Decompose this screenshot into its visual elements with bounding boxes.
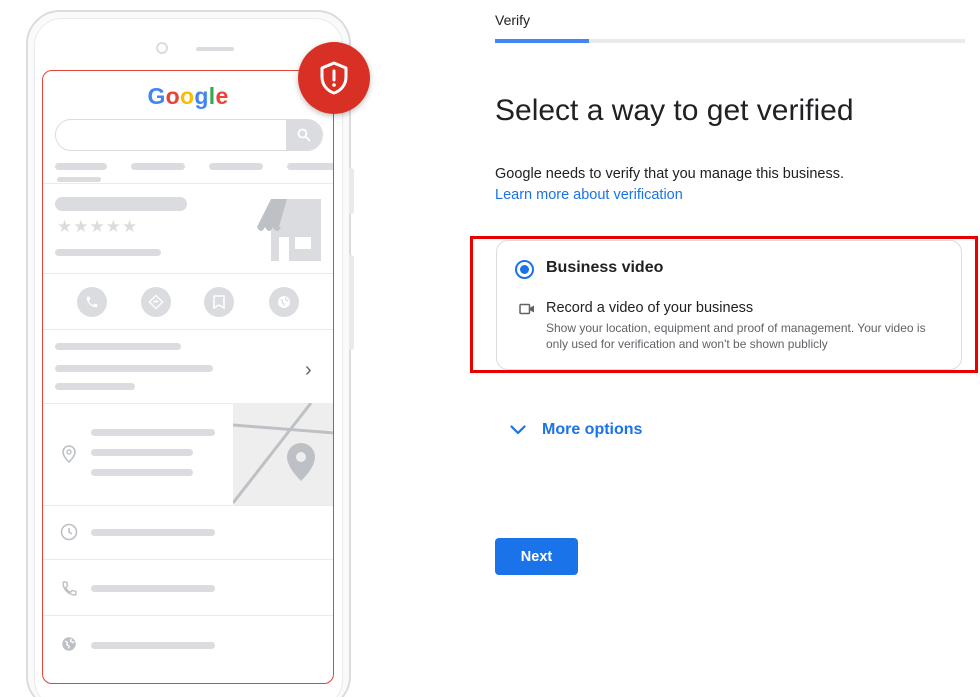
phone-side-button [349, 255, 354, 350]
location-pin-icon [58, 443, 80, 465]
rating-stars: ★★★★★ [57, 217, 139, 236]
bookmark-icon [204, 287, 234, 317]
learn-more-link[interactable]: Learn more about verification [495, 187, 683, 203]
page-description: Google needs to verify that you manage t… [495, 166, 845, 182]
placeholder-bar [55, 163, 107, 170]
progress-bar [495, 39, 965, 43]
video-camera-icon [519, 303, 534, 315]
google-logo: Google [43, 83, 333, 110]
globe-icon [269, 287, 299, 317]
search-icon [286, 120, 322, 150]
directions-icon [141, 287, 171, 317]
chevron-down-icon [510, 425, 526, 435]
placeholder-bar [55, 249, 161, 256]
globe-icon [58, 633, 80, 655]
placeholder-bar [131, 163, 185, 170]
option-detail: Show your location, equipment and proof … [546, 321, 926, 351]
placeholder-bar [287, 163, 333, 170]
step-label: Verify [495, 12, 531, 28]
phone-icon [77, 287, 107, 317]
phone-side-button [349, 168, 354, 214]
clock-icon [58, 521, 80, 543]
more-options-label: More options [542, 421, 643, 438]
placeholder-bar [91, 529, 215, 536]
logo-letter: G [147, 83, 166, 109]
phone-camera [156, 42, 168, 54]
placeholder-bar [55, 197, 187, 211]
shield-alert-icon [298, 42, 370, 114]
divider [43, 559, 333, 560]
divider [43, 505, 333, 506]
logo-letter: l [208, 83, 216, 109]
placeholder-bar [55, 365, 213, 372]
placeholder-bar [55, 343, 181, 350]
divider [43, 615, 333, 616]
logo-letter: e [215, 83, 229, 109]
phone-icon [58, 577, 80, 599]
page-title: Select a way to get verified [495, 94, 854, 127]
verification-option-card[interactable]: Business video Record a video of your bu… [496, 240, 962, 370]
placeholder-bar [209, 163, 263, 170]
placeholder-bar [91, 429, 215, 436]
more-options-button[interactable]: More options [510, 418, 642, 442]
next-button[interactable]: Next [495, 538, 578, 575]
chevron-right-icon: › [305, 359, 312, 381]
option-subtitle: Record a video of your business [546, 300, 754, 316]
progress-fill [495, 39, 589, 43]
placeholder-bar [91, 449, 193, 456]
placeholder-bar [91, 642, 215, 649]
placeholder-bar [91, 469, 193, 476]
phone-screen: Google ★★★★★ › [42, 70, 334, 684]
option-radio[interactable] [515, 260, 534, 279]
option-title: Business video [546, 259, 664, 276]
divider [43, 329, 333, 330]
divider [43, 273, 333, 274]
illustration-search-bar [55, 119, 323, 151]
placeholder-bar [57, 177, 101, 182]
logo-letter: o [165, 83, 181, 109]
storefront-icon [257, 199, 321, 261]
logo-letter: o [180, 83, 195, 109]
divider [43, 183, 333, 184]
map-thumbnail [233, 403, 333, 505]
phone-speaker [196, 47, 234, 51]
placeholder-bar [55, 383, 135, 390]
logo-letter: g [194, 83, 209, 109]
placeholder-bar [91, 585, 215, 592]
